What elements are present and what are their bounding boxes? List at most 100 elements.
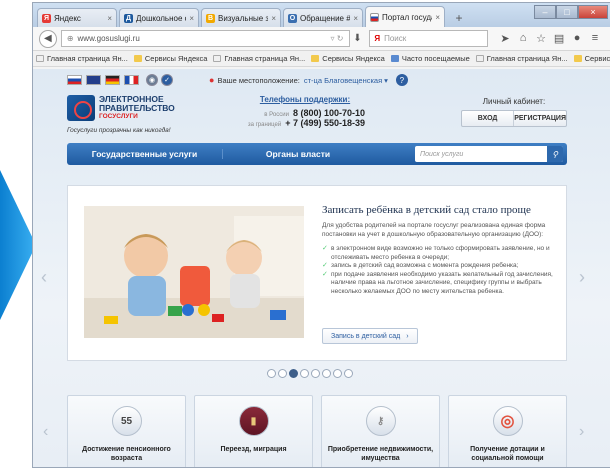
- page-icon: [475, 55, 484, 62]
- slider-dot[interactable]: [344, 369, 353, 378]
- site-favicon-icon: Д: [124, 13, 133, 23]
- eye-icon[interactable]: ◉: [146, 74, 158, 86]
- pension-55-icon: 55: [111, 406, 142, 436]
- chevron-down-icon[interactable]: ▾: [384, 76, 388, 85]
- close-tab-icon[interactable]: ×: [353, 14, 358, 23]
- service-label: Приобретение недвижимости, имущества: [327, 446, 434, 462]
- page-icon: [213, 55, 222, 62]
- service-search-input[interactable]: Поиск услуги ⚲: [415, 146, 563, 162]
- service-subsidy[interactable]: ◎ Получение дотации и социальной помощи: [448, 395, 567, 467]
- slider-dot-active[interactable]: [289, 369, 298, 378]
- slider-prev-arrow[interactable]: ‹: [41, 267, 47, 288]
- russia-flag-icon[interactable]: [67, 75, 82, 85]
- gosuslugi-site: ◉ ✓ ● Ваше местоположение: ст-ца Благове…: [67, 69, 567, 467]
- minimize-button[interactable]: –: [534, 5, 556, 19]
- slider-dot[interactable]: [311, 369, 320, 378]
- services-next-arrow[interactable]: ›: [579, 423, 584, 441]
- slider-dot[interactable]: [300, 369, 309, 378]
- address-bar[interactable]: ⊕ www.gosuslugi.ru ▿ ↻: [60, 30, 350, 47]
- bookmark-item[interactable]: Главная страница Ян...: [36, 54, 128, 63]
- slider-pagination: [267, 369, 355, 378]
- slider-next-arrow[interactable]: ›: [579, 267, 585, 288]
- back-button[interactable]: ◀: [39, 29, 57, 48]
- tab-preschool[interactable]: Д Дошкольное обр... ×: [119, 8, 199, 27]
- service-label: Получение дотации и социальной помощи: [470, 446, 545, 462]
- slider-dot[interactable]: [322, 369, 331, 378]
- germany-flag-icon[interactable]: [105, 75, 120, 85]
- bookmark-item[interactable]: Сервисы Яндекса: [311, 54, 385, 63]
- close-tab-icon[interactable]: ×: [189, 14, 194, 23]
- bookmark-item[interactable]: Часто посещаемые: [390, 54, 470, 63]
- reload-icon[interactable]: ▿ ↻: [331, 34, 344, 43]
- slide-bullets: в электронном виде возможно не только сф…: [322, 245, 554, 296]
- folder-icon: [573, 55, 582, 62]
- france-flag-icon[interactable]: [124, 75, 139, 85]
- slider-dot[interactable]: [278, 369, 287, 378]
- close-tab-icon[interactable]: ×: [435, 13, 440, 22]
- location-city-link[interactable]: ст-ца Благовещенская: [304, 76, 382, 85]
- star-icon[interactable]: ☆: [532, 32, 550, 45]
- tab-title: Портал государст...: [382, 12, 432, 22]
- russia-flag-icon: [370, 12, 379, 22]
- phone-russia: 8 (800) 100-70-10: [292, 108, 365, 118]
- slider-dot[interactable]: [333, 369, 342, 378]
- list-item: запись в детский сад возможна с момента …: [322, 262, 554, 271]
- gosuslugi-emblem-icon: [67, 95, 95, 121]
- tab-title: Обращение #030...: [300, 13, 351, 23]
- service-migration[interactable]: ▮ Переезд, миграция: [194, 395, 313, 467]
- bookmark-item[interactable]: Главная страница Ян...: [475, 54, 568, 63]
- slide-content: Записать ребёнка в детский сад стало про…: [322, 204, 554, 296]
- tab-visual[interactable]: В Визуальные закл... ×: [201, 8, 281, 27]
- new-tab-button[interactable]: +: [449, 9, 469, 27]
- uk-flag-icon[interactable]: [86, 75, 101, 85]
- slide-title: Записать ребёнка в детский сад стало про…: [322, 204, 531, 216]
- enroll-kindergarten-button[interactable]: Запись в детский сад ›: [322, 328, 418, 344]
- site-logo[interactable]: ЭЛЕКТРОННОЕ ПРАВИТЕЛЬСТВО ГОСУСЛУГИ: [67, 91, 267, 143]
- service-property[interactable]: ⚷ Приобретение недвижимости, имущества: [321, 395, 440, 467]
- download-icon[interactable]: ⬇: [350, 33, 366, 44]
- children-playing-photo: [84, 206, 304, 338]
- navigation-bar: ◀ ⊕ www.gosuslugi.ru ▿ ↻ ⬇ Я Поиск ➤ ⌂ ☆…: [33, 27, 610, 51]
- close-tab-icon[interactable]: ×: [271, 14, 276, 23]
- nav-authorities[interactable]: Органы власти: [223, 149, 373, 159]
- search-icon[interactable]: ⚲: [547, 146, 563, 162]
- folder-icon: [133, 55, 142, 62]
- send-icon[interactable]: ➤: [496, 32, 514, 45]
- passport-icon: ▮: [238, 406, 269, 436]
- service-label: Переезд, миграция: [220, 446, 287, 453]
- bookmark-item[interactable]: Главная страница Ян...: [213, 54, 305, 63]
- home-icon[interactable]: ⌂: [514, 32, 532, 45]
- chevron-right-icon: ›: [406, 332, 409, 340]
- folder-icon: [311, 55, 320, 62]
- menu-icon[interactable]: ≡: [586, 32, 604, 45]
- help-icon[interactable]: ?: [395, 74, 408, 86]
- site-favicon-icon: О: [288, 13, 297, 23]
- service-pension[interactable]: 55 Достижение пенсионного возраста: [67, 395, 186, 467]
- tab-gosuslugi[interactable]: Портал государст... ×: [365, 6, 445, 27]
- browser-window: Я Яндекс × Д Дошкольное обр... × В Визуа…: [32, 2, 610, 468]
- lifebuoy-icon: ◎: [492, 406, 523, 436]
- sync-icon[interactable]: ●: [568, 32, 586, 45]
- life-situations: 55 Достижение пенсионного возраста ▮ Пер…: [67, 395, 567, 467]
- bookmark-item[interactable]: Сервисы Яндекса: [573, 54, 610, 63]
- register-button[interactable]: РЕГИСТРАЦИЯ: [513, 111, 566, 126]
- bookmarks-bar: Главная страница Ян... Сервисы Яндекса Г…: [33, 51, 610, 67]
- key-icon: ⚷: [365, 406, 396, 436]
- tab-appeal[interactable]: О Обращение #030... ×: [283, 8, 363, 27]
- support-title[interactable]: Телефоны поддержки:: [245, 95, 365, 104]
- close-window-button[interactable]: ×: [578, 5, 608, 19]
- services-prev-arrow[interactable]: ‹: [43, 423, 48, 441]
- close-tab-icon[interactable]: ×: [107, 14, 112, 23]
- tab-title: Яндекс: [54, 13, 81, 23]
- login-button[interactable]: ВХОД: [462, 111, 513, 126]
- slider-dot[interactable]: [267, 369, 276, 378]
- search-box[interactable]: Я Поиск: [369, 30, 489, 47]
- language-strip: ◉ ✓ ● Ваше местоположение: ст-ца Благове…: [67, 69, 567, 91]
- url-text[interactable]: www.gosuslugi.ru: [78, 34, 331, 43]
- nav-services[interactable]: Государственные услуги: [67, 149, 223, 159]
- maximize-button[interactable]: □: [556, 5, 578, 19]
- tab-yandex[interactable]: Я Яндекс ×: [37, 8, 117, 27]
- bookmark-item[interactable]: Сервисы Яндекса: [133, 54, 207, 63]
- clipboard-icon[interactable]: ▤: [550, 32, 568, 45]
- accessibility-icon[interactable]: ✓: [161, 74, 173, 86]
